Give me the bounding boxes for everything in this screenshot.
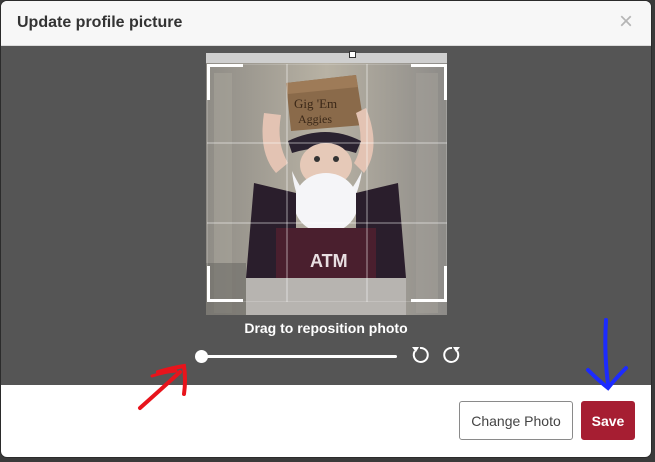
crop-frame[interactable]	[207, 64, 447, 302]
dialog-title: Update profile picture	[17, 14, 183, 31]
rotate-right-icon[interactable]	[441, 344, 463, 366]
crop-handle-top[interactable]	[349, 51, 356, 58]
zoom-slider-knob[interactable]	[195, 350, 208, 363]
close-icon[interactable]: ×	[615, 10, 637, 34]
change-photo-button[interactable]: Change Photo	[459, 401, 573, 440]
rotate-left-icon[interactable]	[409, 344, 431, 366]
reposition-caption: Drag to reposition photo	[244, 320, 408, 336]
zoom-slider-track[interactable]	[201, 355, 397, 358]
save-button[interactable]: Save	[581, 401, 635, 440]
photo-editor: Gig 'Em Aggies ATM Drag to reposition ph…	[1, 46, 651, 385]
update-profile-picture-dialog: Update profile picture × Gig 'Em Aggies …	[1, 1, 651, 457]
zoom-slider[interactable]	[195, 350, 397, 363]
dialog-header: Update profile picture ×	[1, 1, 651, 46]
